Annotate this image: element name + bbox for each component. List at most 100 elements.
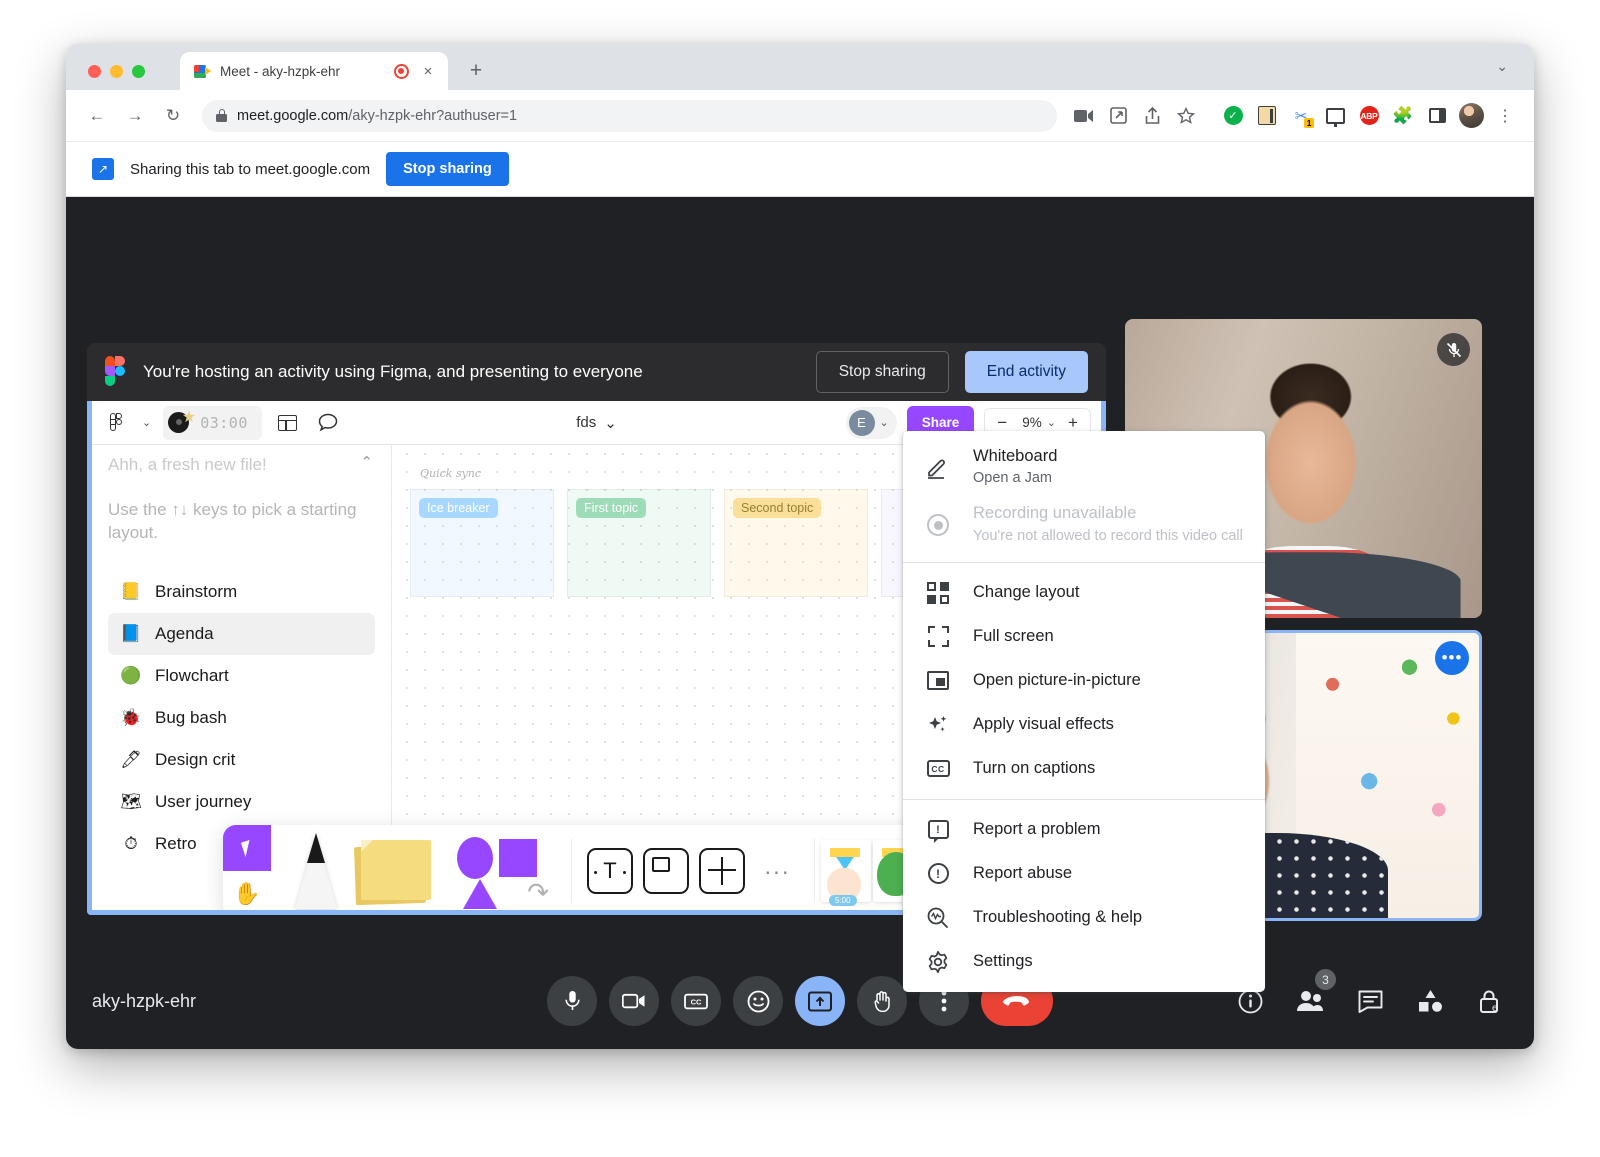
forward-button[interactable]: → — [118, 99, 152, 133]
screencast-extension-icon[interactable] — [1320, 101, 1350, 131]
scissors-clip-extension-icon[interactable]: ✂1 — [1286, 101, 1316, 131]
sidebar-item-design-crit[interactable]: 🖊 Design crit — [108, 739, 375, 781]
figma-menu-icon[interactable] — [102, 409, 130, 437]
chevron-up-icon[interactable]: ⌃ — [360, 453, 373, 471]
pen-tool-icon[interactable] — [295, 833, 337, 909]
activity-stop-sharing-button[interactable]: Stop sharing — [816, 351, 949, 393]
present-now-button[interactable] — [795, 976, 845, 1026]
text-tool-icon[interactable]: T — [587, 848, 633, 894]
reactions-button[interactable] — [733, 976, 783, 1026]
host-controls-button[interactable]: e — [1472, 983, 1508, 1019]
figma-tool-bar: ✋ ↷ T — [223, 825, 1013, 910]
select-hand-tool-group[interactable]: ✋ — [223, 825, 271, 910]
menu-item-whiteboard[interactable]: Whiteboard Open a Jam — [903, 439, 1265, 496]
activities-button[interactable] — [1412, 983, 1448, 1019]
chevron-down-icon[interactable]: ⌄ — [880, 416, 889, 429]
brainstorm-icon: 📒 — [120, 583, 142, 600]
sidebar-item-bug-bash[interactable]: 🐞 Bug bash — [108, 697, 375, 739]
zoom-level-value[interactable]: 9% — [1019, 415, 1045, 430]
puzzle-extensions-icon[interactable]: 🧩 — [1388, 101, 1418, 131]
figma-presence-avatars[interactable]: E ⌄ — [846, 407, 897, 439]
zoom-in-button[interactable]: + — [1058, 413, 1088, 433]
menu-item-full-screen[interactable]: Full screen — [903, 615, 1265, 659]
notes-extension-icon[interactable] — [1252, 101, 1282, 131]
tab-title: Meet - aky-hzpk-ehr — [220, 64, 385, 79]
avatar: E — [849, 410, 875, 436]
minimize-window-button[interactable] — [110, 65, 123, 78]
sidebar-item-user-journey[interactable]: 🗺 User journey — [108, 781, 375, 823]
sidebar-item-brainstorm[interactable]: 📒 Brainstorm — [108, 571, 375, 613]
flowchart-icon: 🟢 — [120, 667, 142, 684]
browser-window: Meet - aky-hzpk-ehr × + ⌄ ← → ↻ meet.goo… — [66, 44, 1534, 1049]
shapes-tool-icon[interactable]: ↷ — [455, 835, 551, 907]
toggle-panel-icon[interactable] — [274, 409, 302, 437]
side-panel-icon[interactable] — [1422, 101, 1452, 131]
browser-tab[interactable]: Meet - aky-hzpk-ehr × — [180, 52, 448, 90]
troubleshooting-icon — [925, 905, 951, 931]
tile-more-options-button[interactable]: ••• — [1435, 641, 1469, 675]
board-column[interactable]: First topic — [567, 489, 711, 597]
section-tool-icon[interactable] — [643, 848, 689, 894]
zoom-out-button[interactable]: − — [987, 413, 1017, 433]
comment-bubble-icon[interactable] — [314, 409, 342, 437]
back-button[interactable]: ← — [80, 99, 114, 133]
menu-item-report-abuse[interactable]: ! Report abuse — [903, 852, 1265, 896]
camera-button[interactable] — [609, 976, 659, 1026]
share-icon[interactable] — [1137, 101, 1167, 131]
menu-item-label: Recording unavailable — [973, 503, 1243, 524]
checkmark-green-extension-icon[interactable]: ✓ — [1218, 101, 1248, 131]
menu-divider — [903, 562, 1265, 563]
board-column[interactable]: Ice breaker — [410, 489, 554, 597]
recording-dot-icon[interactable] — [394, 64, 409, 79]
sticker-item[interactable]: 5:00 — [821, 840, 871, 902]
sticky-note-tool-icon[interactable] — [355, 840, 433, 902]
cursor-select-tool-icon[interactable] — [223, 825, 271, 871]
meeting-code-label: aky-hzpk-ehr — [92, 991, 196, 1012]
menu-item-change-layout[interactable]: Change layout — [903, 571, 1265, 615]
video-call-icon[interactable] — [1069, 101, 1099, 131]
address-bar[interactable]: meet.google.com/aky-hzpk-ehr?authuser=1 — [202, 100, 1057, 132]
menu-item-troubleshooting-help[interactable]: Troubleshooting & help — [903, 896, 1265, 940]
menu-item-settings[interactable]: Settings — [903, 940, 1265, 984]
more-tools-icon[interactable]: ··· — [750, 858, 804, 885]
stop-sharing-button[interactable]: Stop sharing — [386, 152, 509, 186]
hand-pan-tool-icon[interactable]: ✋ — [223, 871, 271, 910]
figma-timer[interactable]: ★ 03:00 — [163, 406, 262, 440]
menu-item-turn-on-captions[interactable]: CC Turn on captions — [903, 747, 1265, 791]
reload-button[interactable]: ↻ — [156, 99, 190, 133]
menu-item-sublabel: You're not allowed to record this video … — [973, 526, 1243, 547]
bookmark-star-icon[interactable] — [1171, 101, 1201, 131]
tab-sharing-bar: ↗ Sharing this tab to meet.google.com St… — [66, 142, 1534, 197]
menu-item-recording-unavailable: Recording unavailable You're not allowed… — [903, 496, 1265, 553]
figma-activity-banner: You're hosting an activity using Figma, … — [87, 343, 1106, 401]
chevron-down-icon[interactable]: ⌄ — [1047, 416, 1056, 429]
table-tool-icon[interactable] — [699, 848, 745, 894]
chevron-down-icon[interactable]: ⌄ — [142, 416, 151, 429]
close-window-button[interactable] — [88, 65, 101, 78]
end-activity-button[interactable]: End activity — [965, 351, 1088, 393]
stopwatch-icon: ⏱ — [120, 835, 142, 852]
chevron-down-icon[interactable]: ⌄ — [1496, 58, 1508, 75]
sidebar-item-label: Agenda — [155, 624, 214, 644]
menu-item-visual-effects[interactable]: Apply visual effects — [903, 703, 1265, 747]
profile-avatar[interactable] — [1456, 101, 1486, 131]
menu-item-report-a-problem[interactable]: ! Report a problem — [903, 808, 1265, 852]
menu-item-label: Full screen — [973, 626, 1054, 647]
chat-button[interactable] — [1352, 983, 1388, 1019]
sidebar-item-agenda[interactable]: 📘 Agenda — [108, 613, 375, 655]
board-column[interactable]: Second topic — [724, 489, 868, 597]
maximize-window-button[interactable] — [132, 65, 145, 78]
chevron-down-icon[interactable]: ⌄ — [604, 414, 617, 432]
people-button[interactable]: 3 — [1292, 983, 1328, 1019]
menu-item-picture-in-picture[interactable]: Open picture-in-picture — [903, 659, 1265, 703]
adblock-plus-extension-icon[interactable]: ABP — [1354, 101, 1384, 131]
open-in-new-icon[interactable] — [1103, 101, 1133, 131]
timer-value: 03:00 — [200, 414, 248, 432]
raise-hand-button[interactable] — [857, 976, 907, 1026]
sidebar-item-flowchart[interactable]: 🟢 Flowchart — [108, 655, 375, 697]
new-tab-button[interactable]: + — [460, 55, 492, 87]
captions-button[interactable]: CC — [671, 976, 721, 1026]
browser-menu-button[interactable]: ⋮ — [1490, 101, 1520, 131]
close-tab-icon[interactable]: × — [418, 61, 438, 81]
microphone-button[interactable] — [547, 976, 597, 1026]
